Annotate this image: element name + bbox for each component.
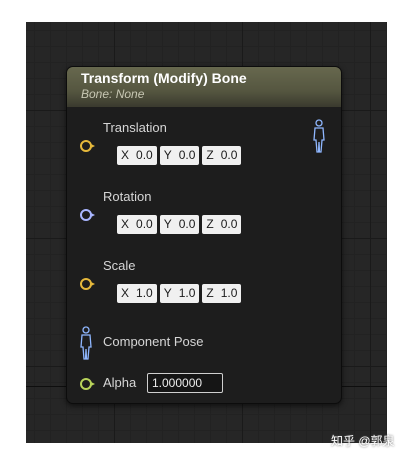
rotation-z-field[interactable]: Z 0.0	[202, 215, 242, 234]
rotation-x-field[interactable]: X 0.0	[117, 215, 157, 234]
rotation-label: Rotation	[103, 189, 152, 204]
scale-x-field[interactable]: X 1.0	[117, 284, 157, 303]
node-subtitle: Bone: None	[81, 87, 145, 101]
rotation-y-field[interactable]: Y 0.0	[159, 215, 200, 234]
node-title: Transform (Modify) Bone	[81, 70, 247, 86]
alpha-pin[interactable]	[80, 378, 95, 390]
scale-y-field[interactable]: Y 1.0	[159, 284, 200, 303]
translation-z-field[interactable]: Z 0.0	[202, 146, 242, 165]
pose-output-icon[interactable]	[312, 119, 326, 153]
node-header[interactable]: Transform (Modify) Bone Bone: None	[67, 67, 341, 107]
scale-label: Scale	[103, 258, 136, 273]
graph-canvas[interactable]: Transform (Modify) Bone Bone: None Trans…	[26, 22, 387, 443]
scale-vector: X 1.0 Y 1.0 Z 1.0	[117, 284, 242, 303]
alpha-value-field[interactable]: 1.000000	[147, 373, 223, 393]
translation-y-field[interactable]: Y 0.0	[159, 146, 200, 165]
scale-pin[interactable]	[80, 278, 95, 290]
translation-x-field[interactable]: X 0.0	[117, 146, 157, 165]
translation-label: Translation	[103, 120, 167, 135]
watermark: 知乎 @郭泉	[331, 434, 395, 448]
component-pose-label: Component Pose	[103, 334, 204, 349]
rotation-vector: X 0.0 Y 0.0 Z 0.0	[117, 215, 242, 234]
rotation-pin[interactable]	[80, 209, 95, 221]
pose-input-icon[interactable]	[79, 326, 93, 360]
translation-vector: X 0.0 Y 0.0 Z 0.0	[117, 146, 242, 165]
translation-pin[interactable]	[80, 140, 95, 152]
transform-modify-bone-node[interactable]: Transform (Modify) Bone Bone: None Trans…	[66, 66, 342, 404]
alpha-label: Alpha	[103, 375, 137, 390]
scale-z-field[interactable]: Z 1.0	[202, 284, 242, 303]
